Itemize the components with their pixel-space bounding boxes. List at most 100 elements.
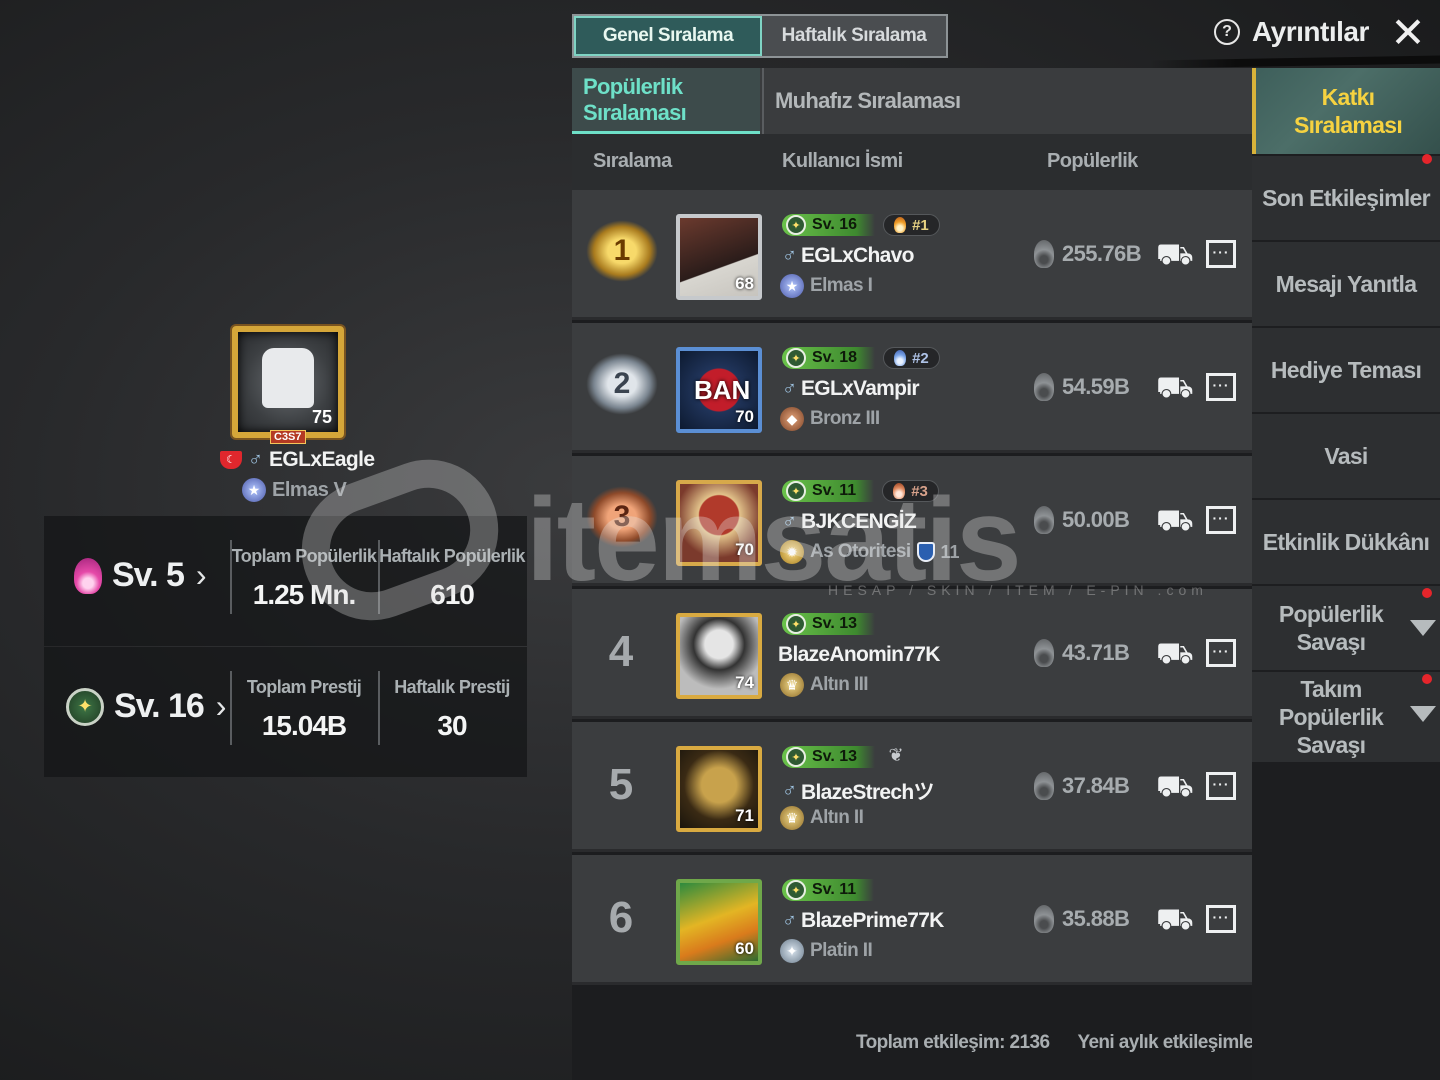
male-gender-icon: ♂ [782,779,797,802]
player-avatar[interactable]: 75 C3S7 [232,326,344,444]
level-badge: ✦ Sv. 13 [782,613,876,635]
avatar-ban-text: BAN [694,375,751,405]
total-popularity-label: Toplam Popülerlik [231,546,377,566]
player-tier: Elmas V [272,478,347,501]
popularity-number: 35.88B [1062,906,1130,931]
tier-row: ◆ Bronz III [780,407,880,431]
flame-icon [1034,905,1054,933]
send-gift-icon[interactable]: ⛟ [1156,770,1194,804]
question-circle-icon: ? [1214,19,1240,45]
menu-popularity-battle[interactable]: Popülerlik Savaşı [1252,586,1440,670]
table-row[interactable]: 5 71 ✦ Sv. 13 ❦ ♂ BlazeStrechツ ♛ Altın I… [572,722,1252,852]
bronze-rank-medal-icon: 3 [586,486,658,548]
tier-row: ♛ Altın III [780,673,869,697]
table-row[interactable]: 1 68 ✦ Sv. 16 #1 ♂ EGLxChavo ★ Elmas I 2… [572,190,1252,320]
popularity-value: 35.88B [1034,905,1130,933]
bronze-tier-icon: ◆ [780,407,804,431]
user-avatar[interactable]: 68 [676,214,762,300]
popularity-level-button[interactable]: Sv. 5 › [74,556,207,595]
message-icon[interactable]: ··· [1206,506,1236,534]
flame-icon [893,483,906,499]
level-badge: ✦ Sv. 18 [782,347,876,369]
menu-contribution-ranking[interactable]: Katkı Sıralaması [1252,68,1440,154]
tab-weekly-ranking[interactable]: Haftalık Sıralama [762,16,946,56]
triangle-down-icon[interactable] [1410,706,1436,722]
table-row[interactable]: 6 60 ✦ Sv. 11 ♂ BlazePrime77K ✦ Platin I… [572,855,1252,985]
message-icon[interactable]: ··· [1206,373,1236,401]
compass-icon: ✦ [786,348,806,368]
send-gift-icon[interactable]: ⛟ [1156,238,1194,272]
male-gender-icon: ♂ [782,510,797,533]
rank-number: 5 [608,760,634,809]
weekly-popularity: Haftalık Popülerlik 610 [378,546,526,611]
level-badge: ✦ Sv. 11 [782,879,875,901]
message-icon[interactable]: ··· [1206,772,1236,800]
user-tier: Elmas I [810,275,873,296]
popularity-panel: Sv. 5 › Toplam Popülerlik 1.25 Mn. Hafta… [44,516,527,646]
table-row[interactable]: 4 74 ✦ Sv. 13 BlazeAnomin77K ♛ Altın III… [572,589,1252,719]
message-icon[interactable]: ··· [1206,240,1236,268]
tier-row: ✦ Platin II [780,939,873,963]
close-icon[interactable]: ✕ [1388,12,1428,54]
message-icon[interactable]: ··· [1206,639,1236,667]
table-row[interactable]: 3 70 ✦ Sv. 11 #3 ♂ BJKCENGİZ ✹ As Otorit… [572,456,1252,586]
prestige-level-button[interactable]: ✦ Sv. 16 › [66,687,226,726]
winged-emblem-icon: ❦ [888,745,904,765]
ace-tier-icon: ✹ [780,540,804,564]
diamond-tier-icon: ★ [242,478,266,502]
message-icon[interactable]: ··· [1206,905,1236,933]
send-gift-icon[interactable]: ⛟ [1156,903,1194,937]
level-badge: ✦ Sv. 16 [782,214,876,236]
level-badge: ✦ Sv. 11 [782,480,875,502]
user-avatar[interactable]: 71 [676,746,762,832]
avatar-level: 68 [735,274,754,293]
tab-guardian-ranking[interactable]: Muhafız Sıralaması [762,68,971,134]
silver-rank-medal-icon: 2 [586,353,658,415]
user-avatar[interactable]: BAN 70 [676,347,762,433]
total-prestige-value: 15.04B [261,710,347,741]
menu-item-label: Katkı Sıralaması [1293,84,1403,138]
user-level: Sv. 18 [812,349,858,366]
compass-icon: ✦ [786,747,806,767]
notification-dot [1422,588,1432,598]
compass-icon: ✦ [786,481,806,501]
triangle-down-icon[interactable] [1410,620,1436,636]
column-rank: Sıralama [593,150,672,172]
flame-icon [1034,772,1054,800]
tab-general-ranking[interactable]: Genel Sıralama [574,16,762,56]
send-gift-icon[interactable]: ⛟ [1156,504,1194,538]
player-name-row: ☾ ♂ EGLxEagle [220,448,375,472]
menu-item-label: Mesajı Yanıtla [1275,271,1417,297]
popularity-rank-badge: #2 [883,347,940,369]
total-popularity-value: 1.25 Mn. [252,579,356,610]
menu-team-popularity-battle[interactable]: Takım Popülerlik Savaşı [1252,672,1440,762]
send-gift-icon[interactable]: ⛟ [1156,637,1194,671]
user-level: Sv. 11 [812,881,857,898]
user-avatar[interactable]: 74 [676,613,762,699]
user-avatar[interactable]: 60 [676,879,762,965]
user-badges: ✦ Sv. 16 #1 [782,214,940,236]
menu-guardian[interactable]: Vasi [1252,414,1440,498]
flame-icon [1034,639,1054,667]
details-button[interactable]: ? Ayrıntılar [1214,16,1369,48]
menu-gift-theme[interactable]: Hediye Teması [1252,328,1440,412]
level-badge: ✦ Sv. 13 [782,746,876,768]
total-interactions: Toplam etkileşim: 2136 [856,1032,1050,1053]
user-avatar[interactable]: 70 [676,480,762,566]
avatar-level: 70 [735,540,754,559]
shield-icon [916,542,935,562]
table-row[interactable]: 2 BAN 70 ✦ Sv. 18 #2 ♂ EGLxVampir ◆ Bron… [572,323,1252,453]
avatar-frame-level: 75 [311,407,332,427]
player-profile: 75 C3S7 ☾ ♂ EGLxEagle ★ Elmas V [214,322,375,512]
interaction-stats: Toplam etkileşim: 2136 Yeni aylık etkile… [856,1032,1281,1054]
new-monthly-interactions: Yeni aylık etkileşimler: 2 [1077,1032,1281,1053]
menu-recent-interactions[interactable]: Son Etkileşimler [1252,154,1440,240]
flame-icon [1034,240,1054,268]
send-gift-icon[interactable]: ⛟ [1156,371,1194,405]
ranking-list-panel: Popülerlik Sıralaması Muhafız Sıralaması… [572,68,1252,1080]
menu-reply-message[interactable]: Mesajı Yanıtla [1252,242,1440,326]
tab-popularity-ranking[interactable]: Popülerlik Sıralaması [572,68,760,134]
flame-icon [894,217,907,233]
ranking-scope-tabs: Genel Sıralama Haftalık Sıralama [572,14,948,58]
menu-event-shop[interactable]: Etkinlik Dükkânı [1252,500,1440,584]
